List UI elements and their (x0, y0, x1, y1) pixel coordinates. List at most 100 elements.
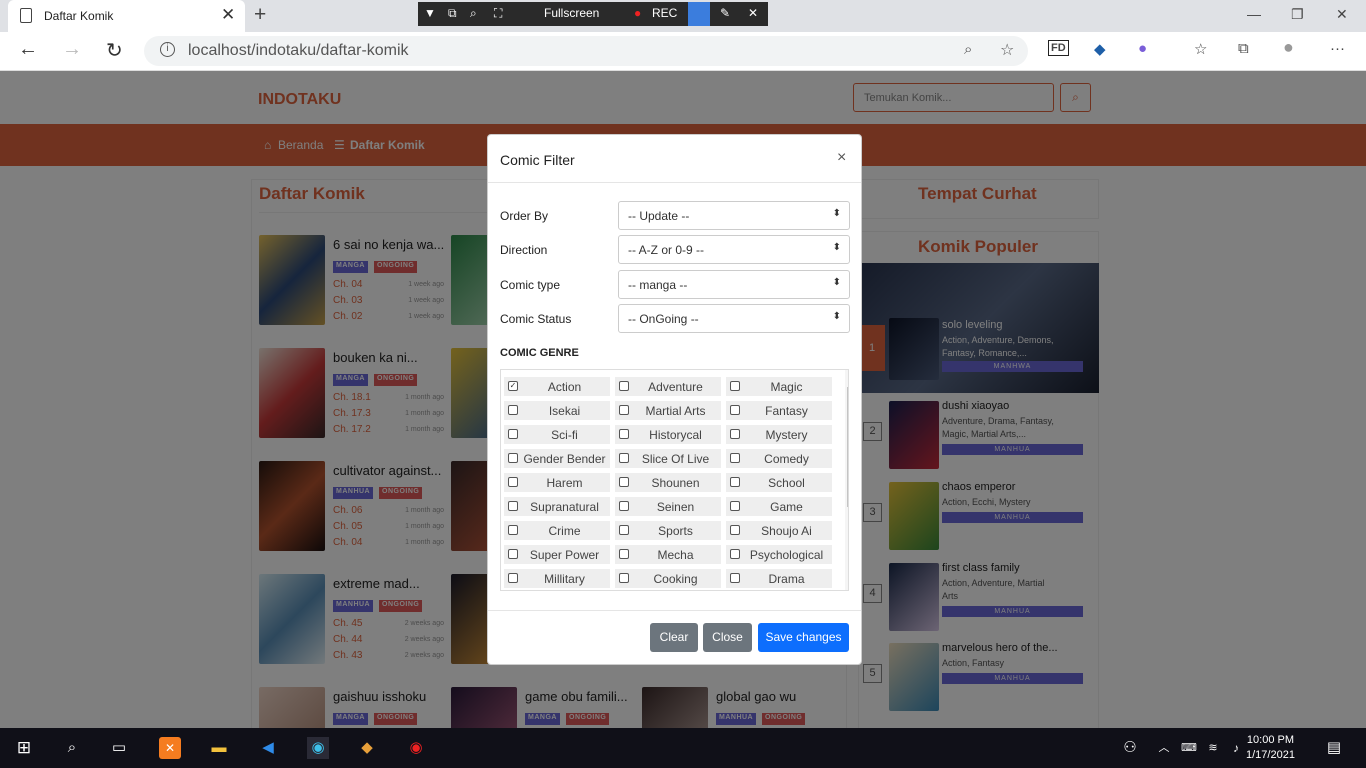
genre-option[interactable]: Gender Bender (504, 449, 610, 468)
search-icon[interactable]: ⌕ (470, 6, 477, 21)
more-menu-icon[interactable]: ··· (1330, 40, 1345, 57)
dropdown-icon[interactable]: ▼ (424, 6, 436, 20)
genre-checkbox[interactable] (619, 453, 629, 463)
info-icon[interactable]: i (160, 42, 175, 57)
close-icon[interactable]: × (837, 149, 846, 167)
comic-type-select[interactable]: -- manga -- ⬍ (618, 270, 850, 299)
genre-checkbox[interactable] (619, 429, 629, 439)
genre-checkbox[interactable] (619, 501, 629, 511)
extension-icon[interactable]: ◆ (1094, 40, 1106, 58)
genre-checkbox[interactable] (619, 573, 629, 583)
rec-button[interactable]: REC (652, 6, 677, 20)
genre-checkbox[interactable] (730, 549, 740, 559)
genre-option[interactable]: Martial Arts (615, 401, 721, 420)
favorites-icon[interactable]: ☆ (1194, 40, 1207, 58)
genre-option[interactable]: Sports (615, 521, 721, 540)
camera-icon[interactable] (688, 2, 710, 26)
genre-option[interactable]: Crime (504, 521, 610, 540)
fullscreen-button[interactable]: Fullscreen (544, 6, 599, 20)
zoom-icon[interactable]: ⌕ (964, 41, 972, 58)
tab-close-icon[interactable]: ✕ (221, 5, 235, 25)
direction-select[interactable]: -- A-Z or 0-9 -- ⬍ (618, 235, 850, 264)
recorder-icon[interactable]: ◉ (405, 737, 427, 759)
genre-option[interactable]: Historycal (615, 425, 721, 444)
genre-checkbox[interactable] (730, 525, 740, 535)
genre-checkbox[interactable] (619, 549, 629, 559)
people-icon[interactable]: ⚇ (1119, 737, 1141, 759)
genre-checkbox[interactable] (730, 381, 740, 391)
genre-option[interactable]: Shounen (615, 473, 721, 492)
task-view-icon[interactable]: ▭ (108, 737, 130, 759)
genre-checkbox[interactable] (730, 405, 740, 415)
genre-checkbox[interactable] (508, 549, 518, 559)
network-icon[interactable]: ≋ (1202, 737, 1224, 759)
genre-checkbox[interactable] (508, 405, 518, 415)
genre-checkbox[interactable] (508, 429, 518, 439)
genre-checkbox[interactable] (730, 501, 740, 511)
close-button[interactable]: Close (703, 623, 752, 652)
chevron-up-icon[interactable]: ︿ (1153, 737, 1175, 759)
genre-option[interactable]: Shoujo Ai (726, 521, 832, 540)
genre-option[interactable]: Game (726, 497, 832, 516)
system-clock[interactable]: 10:00 PM 1/17/2021 (1246, 733, 1295, 763)
profile-avatar-icon[interactable]: ● (1283, 37, 1294, 58)
comic-status-select[interactable]: -- OnGoing -- ⬍ (618, 304, 850, 333)
genre-option[interactable]: Sci-fi (504, 425, 610, 444)
genre-option[interactable]: ✓ Action (504, 377, 610, 396)
scroll-up-icon[interactable]: ▲ (848, 371, 849, 380)
genre-option[interactable]: Mystery (726, 425, 832, 444)
minimize-icon[interactable]: — (1247, 6, 1261, 22)
window-close-icon[interactable]: ✕ (1336, 6, 1348, 23)
genre-option[interactable]: Adventure (615, 377, 721, 396)
url-field[interactable]: i localhost/indotaku/daftar-komik ⌕ ☆ (144, 36, 1028, 66)
keyboard-icon[interactable]: ⌨ (1178, 737, 1200, 759)
genre-checkbox[interactable] (619, 381, 629, 391)
notification-icon[interactable]: ▤ (1323, 737, 1345, 759)
git-icon[interactable]: ◆ (356, 737, 378, 759)
genre-checkbox[interactable] (508, 477, 518, 487)
edge-icon[interactable]: ◉ (307, 737, 329, 759)
search-icon[interactable]: ⌕ (61, 737, 83, 759)
window-icon[interactable]: ⧉ (448, 6, 457, 21)
windows-start-icon[interactable]: ⊞ (13, 737, 35, 759)
clear-button[interactable]: Clear (650, 623, 698, 652)
genre-checkbox[interactable] (508, 573, 518, 583)
order-by-select[interactable]: -- Update -- ⬍ (618, 201, 850, 230)
favorite-star-icon[interactable]: ☆ (1000, 40, 1014, 60)
genre-checkbox[interactable] (619, 525, 629, 535)
genre-checkbox[interactable]: ✓ (508, 381, 518, 391)
genre-checkbox[interactable] (730, 429, 740, 439)
scroll-thumb[interactable] (847, 387, 848, 507)
fd-extension-icon[interactable]: FD (1048, 40, 1069, 56)
genre-option[interactable]: Slice Of Live (615, 449, 721, 468)
genre-checkbox[interactable] (619, 405, 629, 415)
genre-option[interactable]: Millitary (504, 569, 610, 588)
genre-option[interactable]: Drama (726, 569, 832, 588)
genre-option[interactable]: Comedy (726, 449, 832, 468)
genre-option[interactable]: School (726, 473, 832, 492)
back-icon[interactable]: ← (18, 38, 38, 61)
genre-option[interactable]: Fantasy (726, 401, 832, 420)
genre-option[interactable]: Supranatural (504, 497, 610, 516)
genre-checkbox[interactable] (730, 453, 740, 463)
xampp-icon[interactable]: ✕ (159, 737, 181, 759)
genre-option[interactable]: Super Power (504, 545, 610, 564)
genre-option[interactable]: Mecha (615, 545, 721, 564)
restore-icon[interactable]: ❐ (1291, 6, 1304, 23)
new-tab-icon[interactable]: + (254, 3, 266, 27)
genre-option[interactable]: Isekai (504, 401, 610, 420)
vscode-icon[interactable]: ◀ (257, 737, 279, 759)
genre-checkbox[interactable] (619, 477, 629, 487)
refresh-icon[interactable]: ↻ (106, 38, 123, 63)
genre-checkbox[interactable] (730, 477, 740, 487)
file-explorer-icon[interactable]: ▬ (208, 737, 230, 759)
genre-option[interactable]: Seinen (615, 497, 721, 516)
genre-checkbox[interactable] (508, 501, 518, 511)
browser-tab[interactable]: Daftar Komik ✕ (8, 0, 245, 32)
genre-checkbox[interactable] (508, 453, 518, 463)
genre-option[interactable]: Magic (726, 377, 832, 396)
volume-icon[interactable]: ♪ (1225, 737, 1247, 759)
close-icon[interactable]: ✕ (748, 6, 758, 20)
scroll-down-icon[interactable]: ▼ (848, 577, 849, 586)
crop-icon[interactable]: ⛶ (494, 6, 502, 21)
